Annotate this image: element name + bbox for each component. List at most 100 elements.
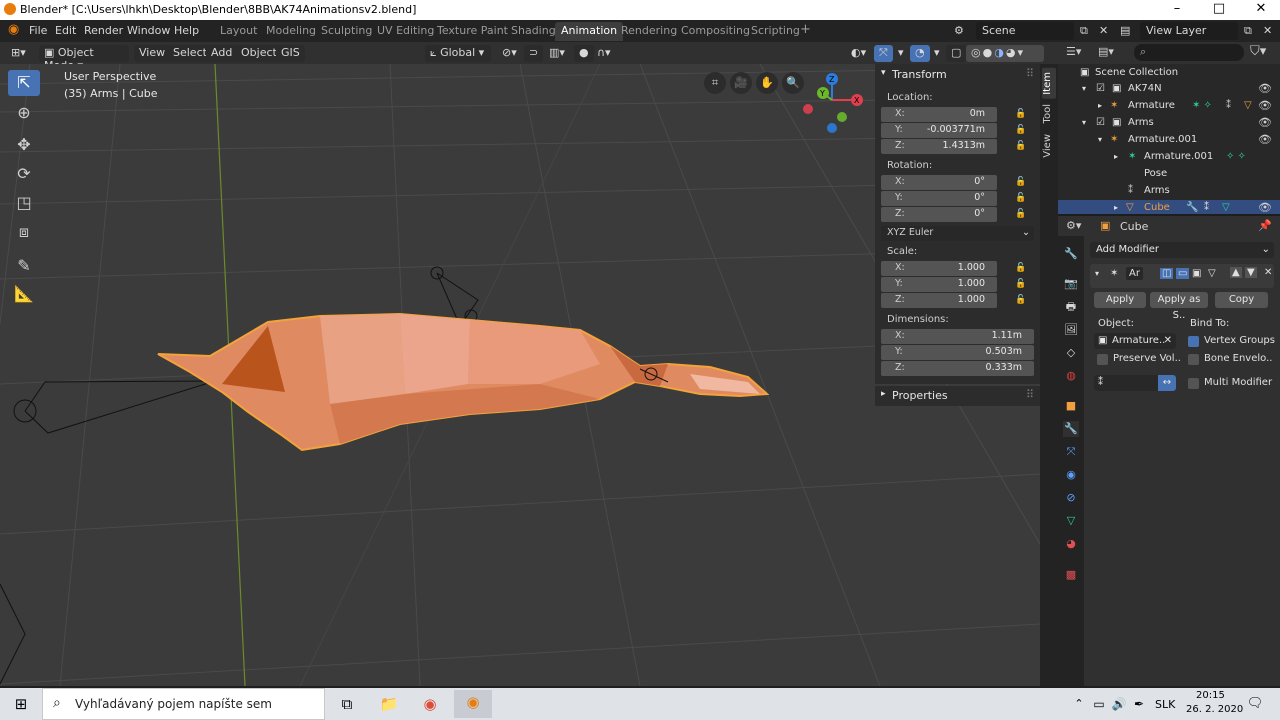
rotate-icon[interactable]: ⟳ bbox=[8, 161, 40, 187]
pivot-icon[interactable]: ⊘▾ bbox=[497, 45, 522, 62]
tab-tool[interactable]: Tool bbox=[1042, 100, 1056, 127]
list-item[interactable]: ▸ ✶ Armature.001 ✧ ✧ bbox=[1058, 149, 1280, 166]
transform-header[interactable]: ▾ Transform ⠿ bbox=[875, 66, 1040, 86]
object-tab-icon[interactable]: ■ bbox=[1063, 398, 1079, 414]
object-field[interactable]: ▣ Armature.. ✕ bbox=[1094, 333, 1176, 349]
menu-view[interactable]: View bbox=[134, 45, 171, 62]
blender-taskbar-icon[interactable]: ◉ bbox=[454, 690, 492, 718]
dimensions-x-field[interactable]: X: 1.11m bbox=[881, 329, 1034, 344]
solid-shading-icon[interactable]: ● bbox=[983, 46, 995, 59]
eye-icon[interactable]: 👁 bbox=[1258, 99, 1272, 112]
list-item[interactable]: ▾ ☑ ▣ Arms 👁 bbox=[1058, 115, 1280, 132]
particles-tab-icon[interactable]: ⤧ bbox=[1063, 444, 1079, 460]
tab-shading[interactable]: Shading bbox=[511, 24, 556, 37]
close-icon[interactable]: ✕ bbox=[1264, 267, 1272, 278]
rendered-shading-icon[interactable]: ◕ bbox=[1006, 46, 1018, 59]
transform-icon[interactable]: ⧈ bbox=[8, 219, 40, 245]
clear-icon[interactable]: ✕ bbox=[1164, 333, 1172, 349]
view-layer-selector[interactable]: View Layer bbox=[1140, 22, 1238, 40]
dimensions-y-field[interactable]: Y: 0.503m bbox=[881, 345, 1034, 360]
editor-type-icon[interactable]: ⚙▾ bbox=[1066, 219, 1081, 232]
scale-y-field[interactable]: Y: 1.000 bbox=[881, 277, 997, 292]
display-mode-icon[interactable]: ▤▾ bbox=[1098, 45, 1114, 58]
snap-icon[interactable]: ⊃ bbox=[524, 45, 544, 62]
lock-icon[interactable]: 🔓 bbox=[1015, 279, 1026, 289]
editmode-icon[interactable]: ◫ bbox=[1160, 268, 1174, 279]
pen-icon[interactable]: ✒ bbox=[1124, 692, 1154, 716]
vertex-group-field[interactable]: ⁑ ↔ bbox=[1094, 375, 1176, 391]
eye-icon[interactable]: 👁 bbox=[1258, 201, 1272, 214]
tab-modeling[interactable]: Modeling bbox=[266, 24, 316, 37]
scene-tab-icon[interactable]: ◇ bbox=[1063, 345, 1079, 361]
menu-add[interactable]: Add bbox=[206, 45, 238, 62]
notifications-icon[interactable]: 🗨 bbox=[1240, 692, 1270, 716]
add-modifier-button[interactable]: Add Modifier ⌄ bbox=[1090, 242, 1274, 258]
scene-selector[interactable]: Scene bbox=[976, 22, 1074, 40]
world-tab-icon[interactable]: ◍ bbox=[1063, 368, 1079, 384]
editor-type-icon[interactable]: ⊞▾ bbox=[6, 45, 31, 62]
location-z-field[interactable]: Z: 1.4313m bbox=[881, 139, 997, 154]
xray-icon[interactable]: ▢ bbox=[946, 45, 967, 62]
render-icon[interactable]: ▣ bbox=[1192, 268, 1201, 279]
lock-icon[interactable]: 🔓 bbox=[1015, 295, 1026, 305]
rotation-x-field[interactable]: X: 0° bbox=[881, 175, 997, 190]
menu-render[interactable]: Render bbox=[84, 24, 123, 37]
output-tab-icon[interactable]: 🖶 bbox=[1063, 299, 1079, 315]
wireframe-shading-icon[interactable]: ◎ bbox=[971, 46, 983, 59]
pin-icon[interactable]: 📌 bbox=[1258, 219, 1272, 232]
scale-z-field[interactable]: Z: 1.000 bbox=[881, 293, 997, 308]
eye-icon[interactable]: 👁 bbox=[1258, 116, 1272, 129]
tab-item[interactable]: Item bbox=[1042, 68, 1056, 99]
lock-icon[interactable]: 🔓 bbox=[1015, 177, 1026, 187]
overlay-toggle-icon[interactable]: ◔ bbox=[910, 45, 930, 62]
overlay-dropdown-icon[interactable]: ▾ bbox=[929, 45, 945, 62]
list-item[interactable]: ▾ ☑ ▣ AK74N 👁 bbox=[1058, 81, 1280, 98]
close-button[interactable]: ✕ bbox=[1244, 1, 1278, 16]
menu-file[interactable]: File bbox=[29, 24, 47, 37]
lock-icon[interactable]: 🔓 bbox=[1015, 141, 1026, 151]
properties-panel-header[interactable]: ▸ Properties ⠿ bbox=[875, 386, 1040, 406]
view-layer-tab-icon[interactable]: 🖼 bbox=[1063, 322, 1079, 338]
maximize-button[interactable]: □ bbox=[1202, 1, 1236, 16]
rotation-y-field[interactable]: Y: 0° bbox=[881, 191, 997, 206]
measure-icon[interactable]: 📐 bbox=[8, 281, 40, 307]
orientation-selector[interactable]: ⟀ Global ▾ bbox=[425, 45, 491, 62]
list-item[interactable]: ▾ ✶ Armature.001 👁 bbox=[1058, 132, 1280, 149]
windows-start-icon[interactable]: ⊞ bbox=[6, 692, 36, 716]
lock-icon[interactable]: 🔓 bbox=[1015, 193, 1026, 203]
menu-window[interactable]: Window bbox=[127, 24, 170, 37]
collapse-icon[interactable]: ▾ bbox=[1082, 84, 1086, 93]
lock-icon[interactable]: 🔓 bbox=[1015, 209, 1026, 219]
clock-date[interactable]: 26. 2. 2020 bbox=[1186, 704, 1243, 715]
list-item[interactable]: ⁑ Arms bbox=[1058, 183, 1280, 200]
collapse-icon[interactable]: ▾ bbox=[1095, 269, 1099, 278]
tab-view[interactable]: View bbox=[1042, 130, 1056, 162]
texture-tab-icon[interactable]: ▩ bbox=[1063, 567, 1079, 583]
tab-scripting[interactable]: Scripting bbox=[751, 24, 800, 37]
falloff-icon[interactable]: ∩▾ bbox=[592, 45, 616, 62]
rotation-z-field[interactable]: Z: 0° bbox=[881, 207, 997, 222]
mode-selector[interactable]: ▣ Object Mode ▾ bbox=[39, 45, 129, 72]
gizmo-toggle-icon[interactable]: ⤧ bbox=[874, 45, 893, 62]
tab-uv-editing[interactable]: UV Editing bbox=[377, 24, 434, 37]
gizmo-dropdown-icon[interactable]: ▾ bbox=[893, 45, 909, 62]
menu-help[interactable]: Help bbox=[174, 24, 199, 37]
lock-icon[interactable]: 🔓 bbox=[1015, 109, 1026, 119]
taskbar-search-box[interactable]: ⌕ Vyhľadávaný pojem napíšte sem bbox=[42, 688, 325, 720]
modifier-name-field[interactable]: Ar bbox=[1126, 267, 1143, 280]
apply-button[interactable]: Apply bbox=[1094, 292, 1146, 308]
move-down-icon[interactable]: ▼ bbox=[1245, 267, 1257, 278]
filter-icon[interactable]: ⛉▾ bbox=[1250, 44, 1266, 59]
blender-menu-icon[interactable]: ◉ bbox=[8, 22, 19, 37]
add-workspace-button[interactable]: + bbox=[800, 22, 811, 37]
realtime-icon[interactable]: ▭ bbox=[1176, 268, 1190, 279]
material-tab-icon[interactable]: ◕ bbox=[1063, 536, 1079, 552]
delete-scene-icon[interactable]: ✕ bbox=[1099, 24, 1108, 37]
proportional-edit-icon[interactable]: ● bbox=[574, 45, 594, 62]
render-tab-icon[interactable]: 📷 bbox=[1063, 276, 1079, 292]
expand-icon[interactable]: ▸ bbox=[1114, 203, 1118, 212]
drag-handle-icon[interactable]: ⠿ bbox=[1026, 388, 1034, 401]
material-shading-icon[interactable]: ◑ bbox=[994, 46, 1006, 59]
view-layer-icon[interactable]: ▤ bbox=[1120, 24, 1130, 37]
vertex-groups-checkbox[interactable] bbox=[1188, 336, 1199, 347]
